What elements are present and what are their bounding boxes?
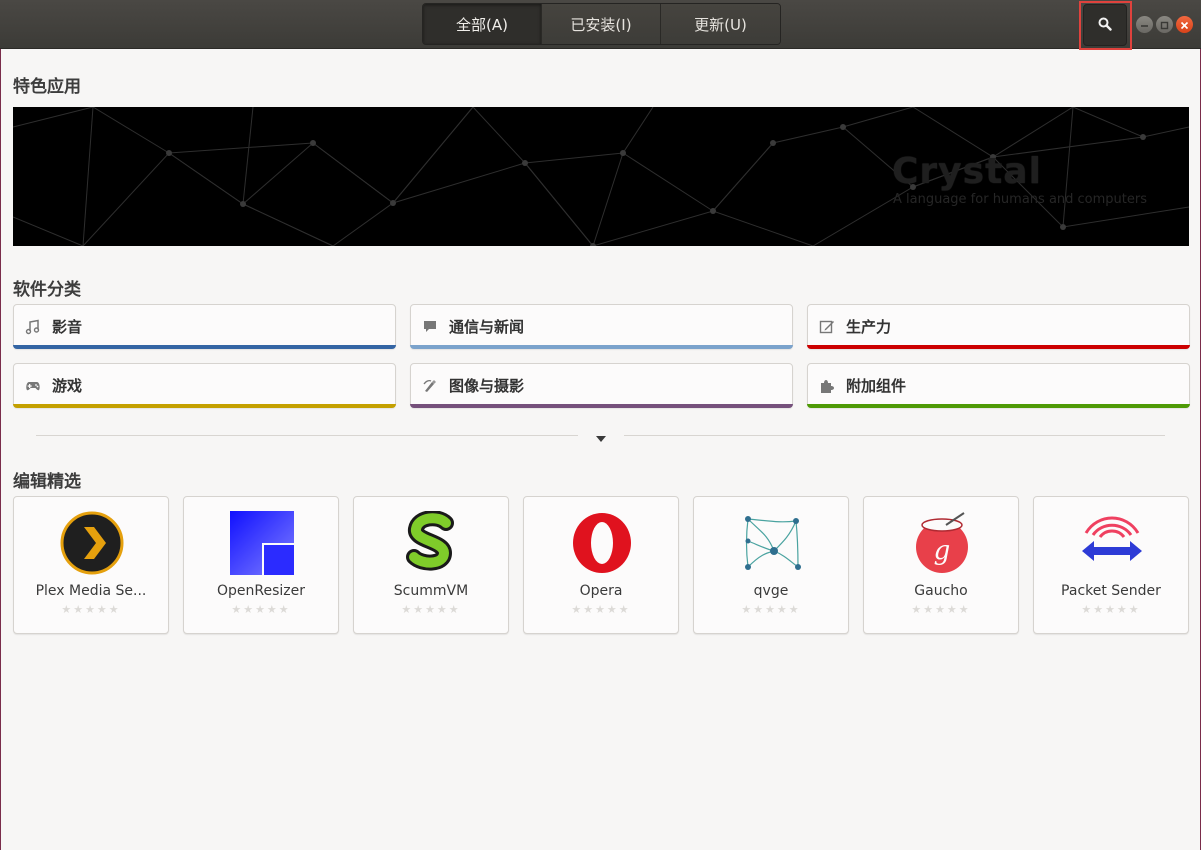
category-color-bar (410, 345, 793, 349)
app-tile-opera[interactable]: Opera ★★★★★ (523, 496, 679, 634)
search-button[interactable] (1083, 4, 1127, 46)
qvge-icon (740, 511, 804, 575)
expand-categories-button[interactable] (594, 430, 608, 442)
app-tile-packet-sender[interactable]: Packet Sender ★★★★★ (1033, 496, 1189, 634)
app-name: ScummVM (393, 583, 469, 599)
category-audio-video[interactable]: 影音 (13, 304, 396, 349)
divider-right (624, 435, 1165, 436)
opera-icon (570, 511, 634, 575)
openresizer-icon (230, 511, 294, 575)
palette-icon (421, 377, 439, 395)
close-button[interactable] (1176, 16, 1193, 33)
chat-bubble-icon (421, 318, 439, 336)
minimize-button[interactable] (1136, 16, 1153, 33)
featured-banner[interactable]: Crystal A language for humans and comput… (13, 107, 1189, 246)
category-color-bar (807, 345, 1190, 349)
header-bar: 全部(A) 已安装(I) 更新(U) (0, 0, 1201, 50)
category-addons[interactable]: 附加组件 (807, 363, 1190, 408)
app-tile-qvge[interactable]: qvge ★★★★★ (693, 496, 849, 634)
category-label: 通信与新闻 (449, 318, 525, 336)
rating-stars: ★★★★★ (401, 603, 461, 616)
category-label: 生产力 (846, 318, 892, 336)
category-color-bar (13, 404, 396, 408)
category-color-bar (807, 404, 1190, 408)
app-name: Packet Sender (1061, 583, 1161, 599)
divider-left (36, 435, 578, 436)
editors-picks-section-title: 编辑精选 (13, 472, 81, 492)
gamepad-icon (24, 377, 42, 395)
categories-section-title: 软件分类 (13, 280, 81, 300)
rating-stars: ★★★★★ (911, 603, 971, 616)
scummvm-icon (400, 510, 464, 575)
app-name: Opera (579, 583, 623, 599)
app-name: OpenResizer (216, 583, 305, 599)
app-name: Plex Media Se... (35, 583, 147, 599)
chevron-down-icon (596, 427, 606, 446)
category-graphics-photography[interactable]: 图像与摄影 (410, 363, 793, 408)
category-label: 影音 (52, 318, 83, 336)
category-color-bar (410, 404, 793, 408)
app-name: qvge (753, 583, 789, 599)
tab-installed[interactable]: 已安装(I) (542, 4, 661, 44)
view-switcher: 全部(A) 已安装(I) 更新(U) (422, 3, 781, 45)
puzzle-icon (818, 377, 836, 395)
app-name: Gaucho (914, 583, 968, 599)
tab-all[interactable]: 全部(A) (423, 4, 542, 44)
minimize-icon (1140, 15, 1149, 34)
category-productivity[interactable]: 生产力 (807, 304, 1190, 349)
app-tile-gaucho[interactable]: g Gaucho ★★★★★ (863, 496, 1019, 634)
category-color-bar (13, 345, 396, 349)
rating-stars: ★★★★★ (231, 603, 291, 616)
rating-stars: ★★★★★ (741, 603, 801, 616)
maximize-button[interactable] (1156, 16, 1173, 33)
app-tile-openresizer[interactable]: OpenResizer ★★★★★ (183, 496, 339, 634)
category-games[interactable]: 游戏 (13, 363, 396, 408)
banner-app-title: Crystal (892, 151, 1042, 192)
svg-text:g: g (934, 536, 951, 566)
app-tile-plex[interactable]: Plex Media Se... ★★★★★ (13, 496, 169, 634)
tab-updates[interactable]: 更新(U) (661, 4, 780, 44)
category-communication-news[interactable]: 通信与新闻 (410, 304, 793, 349)
featured-section-title: 特色应用 (13, 77, 81, 97)
app-tile-scummvm[interactable]: ScummVM ★★★★★ (353, 496, 509, 634)
plex-icon (60, 511, 124, 575)
music-note-icon (24, 318, 42, 336)
rating-stars: ★★★★★ (1081, 603, 1141, 616)
maximize-icon (1160, 15, 1169, 34)
packet-sender-icon (1080, 511, 1144, 575)
search-icon (1098, 16, 1112, 35)
edit-icon (818, 318, 836, 336)
category-label: 游戏 (52, 377, 83, 395)
gaucho-icon: g (910, 511, 974, 575)
rating-stars: ★★★★★ (571, 603, 631, 616)
window-border-left (0, 49, 1, 850)
category-label: 附加组件 (846, 377, 907, 395)
rating-stars: ★★★★★ (61, 603, 121, 616)
close-icon (1180, 15, 1189, 34)
category-label: 图像与摄影 (449, 377, 525, 395)
banner-subtitle: A language for humans and computers (893, 192, 1148, 207)
